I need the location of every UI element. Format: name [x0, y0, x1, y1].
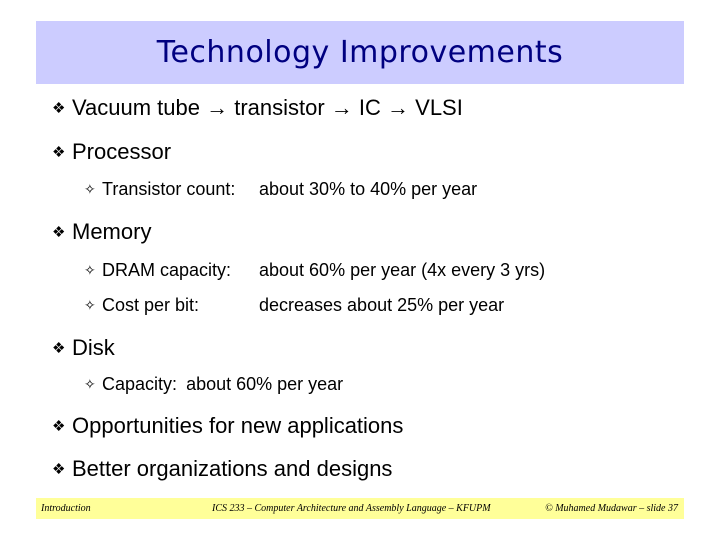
diamond-bullet-icon: ❖	[52, 461, 66, 478]
diamond-bullet-icon: ❖	[52, 224, 66, 241]
bullet-disk: ❖ Disk	[52, 335, 115, 362]
bullet-text: Processor	[72, 139, 172, 164]
footer-section: Introduction	[41, 503, 91, 514]
sub-bullet-disk-capacity: ✧ Capacity: about 60% per year	[84, 373, 343, 395]
bullet-organizations: ❖ Better organizations and designs	[52, 456, 392, 483]
slide-footer: Introduction ICS 233 – Computer Architec…	[36, 498, 684, 519]
bullet-memory: ❖ Memory	[52, 219, 151, 246]
sub-bullet-label: Capacity:	[102, 374, 178, 394]
diamond-bullet-icon: ❖	[52, 340, 66, 357]
bullet-opportunities: ❖ Opportunities for new applications	[52, 413, 403, 440]
diamond-bullet-icon: ❖	[52, 144, 66, 161]
bullet-text: Opportunities for new applications	[72, 413, 404, 438]
star-bullet-icon: ✧	[84, 376, 96, 392]
star-bullet-icon: ✧	[84, 262, 96, 278]
bullet-text: Disk	[72, 335, 115, 360]
footer-copyright: © Muhamed Mudawar – slide 37	[545, 503, 678, 514]
sub-bullet-label: Cost per bit:	[102, 295, 200, 315]
sub-bullet-value: about 30% to 40% per year	[259, 179, 478, 199]
sub-bullet-label: Transistor count:	[102, 179, 236, 199]
sub-bullet-value: about 60% per year	[186, 374, 344, 394]
slide-title: Technology Improvements	[156, 35, 564, 70]
star-bullet-icon: ✧	[84, 181, 96, 197]
star-bullet-icon: ✧	[84, 297, 96, 313]
diamond-bullet-icon: ❖	[52, 100, 66, 117]
bullet-processor: ❖ Processor	[52, 139, 171, 166]
sub-bullet-value: decreases about 25% per year	[259, 295, 505, 315]
sub-bullet-value: about 60% per year (4x every 3 yrs)	[259, 260, 546, 280]
diamond-bullet-icon: ❖	[52, 418, 66, 435]
bullet-text: Memory	[72, 219, 152, 244]
sub-bullet-label: DRAM capacity:	[102, 260, 232, 280]
title-banner: Technology Improvements	[36, 21, 684, 84]
sub-bullet-dram-capacity: ✧ DRAM capacity: about 60% per year (4x e…	[84, 259, 545, 281]
footer-course: ICS 233 – Computer Architecture and Asse…	[212, 503, 491, 514]
bullet-text: Vacuum tube → transistor → IC → VLSI	[72, 95, 463, 120]
sub-bullet-transistor-count: ✧ Transistor count: about 30% to 40% per …	[84, 178, 477, 200]
bullet-text: Better organizations and designs	[72, 456, 393, 481]
sub-bullet-cost-per-bit: ✧ Cost per bit: decreases about 25% per y…	[84, 294, 504, 316]
bullet-evolution: ❖ Vacuum tube → transistor → IC → VLSI	[52, 95, 463, 122]
